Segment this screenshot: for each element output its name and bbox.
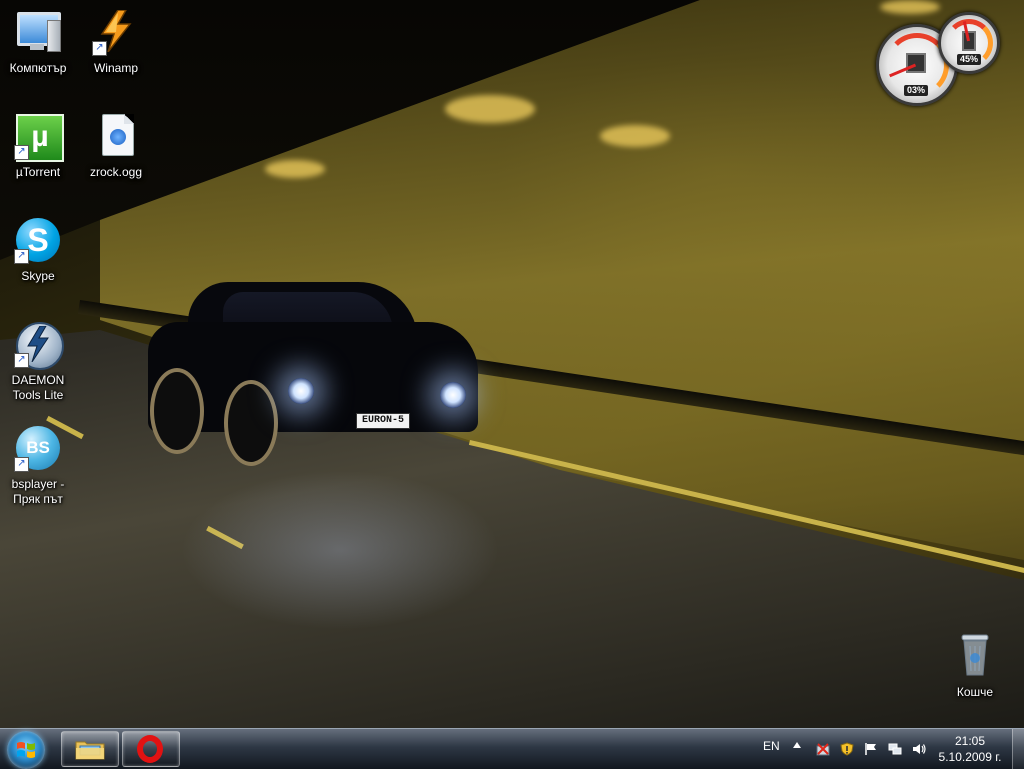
desktop-icon-label: bsplayer - Пряк път — [11, 477, 65, 506]
volume-icon[interactable] — [912, 742, 926, 756]
desktop-icon-daemon-tools[interactable]: ↗ DAEMON Tools Lite — [0, 320, 76, 403]
taskbar-opera-button[interactable] — [122, 731, 180, 767]
cpu-meter-gadget[interactable]: 03% 45% — [872, 10, 1002, 110]
desktop-icon-recycle-bin[interactable]: Кошче — [937, 632, 1013, 700]
recycle-bin-icon — [951, 632, 999, 680]
desktop-icon-label: Winamp — [93, 61, 138, 75]
folder-icon — [75, 741, 105, 760]
shortcut-arrow-icon: ↗ — [14, 457, 29, 472]
start-button[interactable] — [7, 731, 45, 769]
wallpaper-light-reflection — [180, 470, 500, 630]
desktop-icon-label: Компютър — [9, 61, 67, 75]
desktop-icon-winamp[interactable]: ↗ Winamp — [78, 8, 154, 76]
shortcut-arrow-icon: ↗ — [14, 145, 29, 160]
desktop-icon-skype[interactable]: S ↗ Skype — [0, 216, 76, 284]
memory-usage-value: 45% — [957, 54, 982, 65]
cpu-usage-value: 03% — [904, 85, 929, 96]
memory-gauge: 45% — [938, 12, 1000, 74]
taskbar: EN 21:05 5.10.2009 г. — [0, 728, 1024, 769]
opera-icon — [137, 735, 163, 763]
computer-icon — [14, 8, 62, 56]
wallpaper-tunnel-light — [445, 95, 535, 123]
desktop-icon-zrock-ogg[interactable]: zrock.ogg — [78, 112, 154, 180]
action-center-flag-icon[interactable] — [864, 742, 878, 756]
system-clock[interactable]: 21:05 5.10.2009 г. — [938, 733, 1002, 765]
network-error-icon[interactable] — [816, 742, 830, 756]
network-icon[interactable] — [888, 742, 902, 756]
shortcut-arrow-icon: ↗ — [14, 353, 29, 368]
bsplayer-icon: BS ↗ — [14, 424, 62, 472]
desktop-icon-utorrent[interactable]: µ ↗ µTorrent — [0, 112, 76, 180]
desktop-icon-label: DAEMON Tools Lite — [11, 373, 65, 402]
desktop-icon-label: Кошче — [956, 685, 994, 699]
show-hidden-icons-button[interactable] — [793, 742, 801, 748]
taskbar-windows-explorer-button[interactable] — [61, 731, 119, 767]
language-indicator[interactable]: EN — [763, 739, 780, 753]
wallpaper-tunnel-light — [600, 125, 670, 147]
memory-chip-icon — [962, 31, 976, 51]
desktop-icon-label: µTorrent — [15, 165, 61, 179]
shortcut-arrow-icon: ↗ — [92, 41, 107, 56]
clock-date: 5.10.2009 г. — [938, 750, 1002, 764]
desktop-icon-bsplayer[interactable]: BS ↗ bsplayer - Пряк път — [0, 424, 76, 507]
warning-shield-icon[interactable] — [840, 742, 854, 756]
desktop-icon-label: zrock.ogg — [89, 165, 143, 179]
desktop-icon-label: Skype — [21, 269, 55, 283]
desktop-wallpaper: EURON-5 — [0, 0, 1024, 728]
shortcut-arrow-icon: ↗ — [14, 249, 29, 264]
show-desktop-button[interactable] — [1012, 729, 1024, 769]
cpu-chip-icon — [906, 53, 926, 73]
wallpaper-car: EURON-5 — [148, 282, 478, 466]
clock-time: 21:05 — [954, 734, 986, 748]
windows-logo-icon — [17, 742, 35, 758]
winamp-icon: ↗ — [92, 8, 140, 56]
daemon-tools-icon: ↗ — [14, 320, 64, 370]
desktop-icon-computer[interactable]: Компютър — [0, 8, 76, 76]
wallpaper-license-plate: EURON-5 — [356, 413, 410, 429]
wallpaper-tunnel-light — [265, 160, 325, 178]
audio-file-icon — [92, 112, 140, 160]
skype-icon: S ↗ — [14, 216, 62, 264]
utorrent-icon: µ ↗ — [14, 112, 64, 162]
